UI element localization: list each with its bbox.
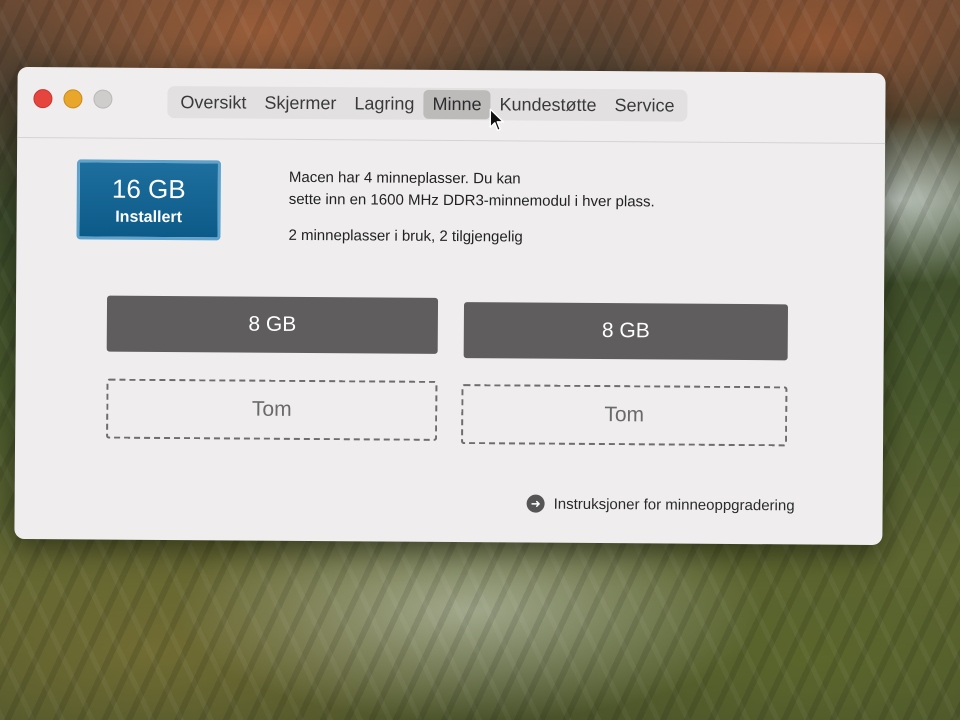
installed-size: 16 GB (111, 173, 186, 205)
slots-status: 2 minneplasser i bruk, 2 tilgjengelig (288, 226, 523, 246)
description-line-2: sette inn en 1600 MHz DDR3-minnemodul i … (288, 190, 655, 211)
tab-bar: Oversikt Skjermer Lagring Minne Kundestø… (167, 86, 688, 122)
tab-oversikt[interactable]: Oversikt (171, 88, 255, 118)
zoom-button[interactable] (93, 89, 113, 109)
installed-memory-badge: 16 GB Installert (76, 159, 222, 241)
about-this-mac-window: Oversikt Skjermer Lagring Minne Kundestø… (14, 66, 886, 546)
memory-slot-3: Tom (106, 378, 438, 441)
minimize-button[interactable] (63, 89, 83, 109)
memory-slot-2: 8 GB (463, 302, 789, 361)
installed-label: Installert (115, 208, 183, 227)
memory-upgrade-label: Instruksjoner for minneoppgradering (553, 495, 795, 514)
pointer-cursor-icon (489, 108, 504, 132)
memory-slot-1: 8 GB (106, 295, 439, 354)
tab-skjermer[interactable]: Skjermer (255, 88, 345, 118)
tab-service[interactable]: Service (605, 91, 683, 121)
arrow-right-circle-icon: ➜ (526, 494, 545, 513)
close-button[interactable] (33, 89, 53, 109)
tab-minne[interactable]: Minne (423, 89, 491, 119)
tab-kundestotte[interactable]: Kundestøtte (490, 90, 605, 120)
memory-description: Macen har 4 minneplasser. Du kan sette i… (288, 167, 809, 251)
title-bar: Oversikt Skjermer Lagring Minne Kundestø… (17, 66, 886, 145)
memory-slot-4: Tom (461, 384, 788, 447)
tab-lagring[interactable]: Lagring (345, 89, 423, 119)
memory-upgrade-link[interactable]: ➜ Instruksjoner for minneoppgradering (526, 494, 795, 515)
